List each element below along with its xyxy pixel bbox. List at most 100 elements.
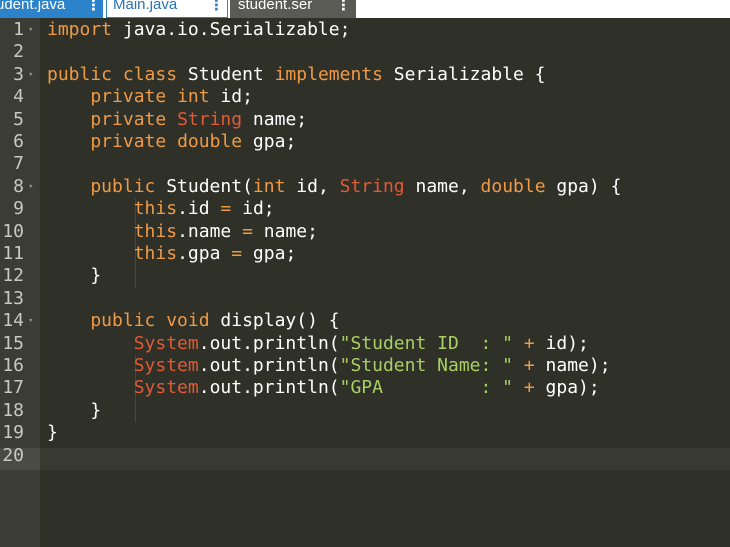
code-token: implements bbox=[274, 63, 383, 85]
code-token: name; bbox=[252, 220, 318, 242]
tab-bar: udent.java ⋮ Main.java ⋮ student.ser ⋮ bbox=[0, 0, 730, 18]
active-line-highlight bbox=[40, 448, 730, 471]
code-token: private bbox=[47, 86, 167, 108]
code-token: "Student Name: " bbox=[339, 355, 514, 376]
code-token: gpa; bbox=[242, 131, 297, 152]
line-number: 17 bbox=[2, 377, 24, 399]
code-token: display() { bbox=[209, 310, 340, 332]
fold-arrow-icon[interactable]: ▾ bbox=[28, 19, 33, 41]
line-number: 12 bbox=[2, 265, 24, 287]
code-token: gpa) { bbox=[545, 175, 622, 197]
line-number: 6 bbox=[13, 131, 24, 152]
tab-label: udent.java bbox=[0, 0, 66, 13]
code-line[interactable]: import java.io.Serializable; bbox=[47, 19, 350, 41]
tab-student-java[interactable]: udent.java ⋮ bbox=[0, 0, 103, 18]
code-token: java.io.Serializable; bbox=[112, 19, 351, 40]
code-token: = bbox=[231, 243, 243, 264]
code-line[interactable]: public Student(int id, String name, doub… bbox=[47, 176, 621, 198]
code-editor[interactable]: 1 ▾ 2 3 ▾ 4 5 6 7 8 ▾ 9 10 11 12 13 14 ▾ 15 16 17 18 19 20 impo… bbox=[0, 18, 730, 547]
code-token: public void bbox=[47, 310, 210, 332]
line-number: 9 bbox=[13, 198, 24, 220]
code-line[interactable]: } bbox=[47, 265, 101, 287]
code-line[interactable]: private double gpa; bbox=[47, 131, 296, 153]
code-token: Student bbox=[177, 63, 275, 85]
code-line[interactable]: } bbox=[47, 400, 101, 422]
code-line[interactable]: System.out.println("Student Name: " + na… bbox=[47, 355, 611, 377]
code-token: int bbox=[252, 175, 286, 197]
code-token: .out.println( bbox=[198, 332, 340, 354]
line-number: 13 bbox=[2, 287, 24, 309]
code-line[interactable]: public void display() { bbox=[47, 310, 340, 332]
code-token: } bbox=[47, 265, 102, 287]
code-token: "Student ID : " bbox=[339, 332, 514, 354]
code-token: this bbox=[133, 220, 178, 242]
tab-menu-icon[interactable]: ⋮ bbox=[86, 0, 101, 14]
line-number: 1 bbox=[13, 19, 24, 40]
code-token: public bbox=[47, 175, 156, 197]
line-number: 15 bbox=[2, 332, 24, 354]
code-token: System bbox=[133, 332, 199, 354]
tab-menu-icon[interactable]: ⋮ bbox=[336, 0, 351, 14]
code-token: .gpa bbox=[177, 243, 232, 264]
code-token: id); bbox=[534, 332, 589, 354]
line-number: 11 bbox=[2, 243, 24, 264]
line-number: 14 bbox=[2, 310, 24, 332]
indent-guide bbox=[135, 265, 136, 288]
tab-menu-icon[interactable]: ⋮ bbox=[209, 0, 224, 14]
code-line[interactable]: private int id; bbox=[47, 86, 253, 108]
code-token: id; bbox=[209, 86, 253, 108]
code-line[interactable]: System.out.println("Student ID : " + id)… bbox=[47, 333, 589, 355]
line-number: 8 bbox=[13, 175, 24, 197]
code-token: private bbox=[47, 131, 167, 152]
code-line[interactable]: } bbox=[47, 422, 58, 444]
code-token: = bbox=[220, 198, 232, 220]
fold-arrow-icon[interactable]: ▾ bbox=[28, 310, 33, 332]
code-line[interactable]: public class Student implements Serializ… bbox=[47, 64, 546, 86]
code-token: } bbox=[47, 422, 58, 444]
code-line[interactable]: this.gpa = gpa; bbox=[47, 243, 297, 265]
tab-student-ser[interactable]: student.ser ⋮ bbox=[230, 0, 356, 18]
line-number: 16 bbox=[2, 355, 24, 376]
code-line[interactable]: System.out.println("GPA : " + gpa); bbox=[47, 377, 600, 399]
code-token: } bbox=[47, 399, 102, 421]
code-token: + bbox=[523, 332, 535, 354]
code-token: this bbox=[133, 198, 178, 220]
code-token: this bbox=[133, 243, 178, 264]
tab-label: student.ser bbox=[238, 0, 313, 13]
code-token: name; bbox=[242, 108, 308, 130]
line-number: 4 bbox=[13, 86, 24, 108]
line-number: 3 bbox=[13, 63, 24, 85]
code-token: double bbox=[177, 131, 243, 152]
code-line[interactable]: private String name; bbox=[47, 109, 307, 131]
fold-arrow-icon[interactable]: ▾ bbox=[28, 176, 33, 198]
code-token: Serializable { bbox=[382, 63, 546, 85]
line-number: 2 bbox=[13, 41, 24, 63]
code-token: gpa; bbox=[242, 243, 297, 264]
line-number: 10 bbox=[2, 220, 24, 242]
code-token: System bbox=[133, 377, 199, 399]
fold-arrow-icon[interactable]: ▾ bbox=[28, 64, 33, 86]
code-line[interactable]: this.name = name; bbox=[47, 221, 318, 243]
code-line[interactable]: this.id = id; bbox=[47, 198, 275, 220]
code-token: "GPA : " bbox=[339, 377, 514, 399]
code-token: .out.println( bbox=[198, 355, 340, 376]
code-token: import bbox=[47, 19, 113, 40]
code-token: private bbox=[47, 108, 167, 130]
code-token: Student( bbox=[155, 175, 253, 197]
code-token: id, bbox=[285, 175, 340, 197]
tab-main-java[interactable]: Main.java ⋮ bbox=[106, 0, 228, 18]
code-token: = bbox=[242, 220, 253, 242]
code-token: double bbox=[480, 175, 546, 197]
code-token: + bbox=[523, 355, 535, 376]
tab-label: Main.java bbox=[113, 0, 178, 13]
